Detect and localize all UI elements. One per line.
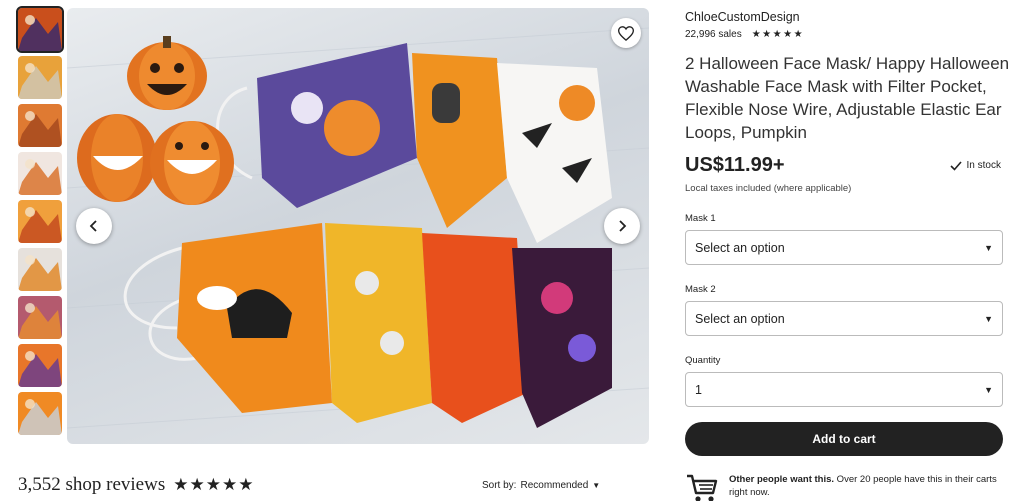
- sort-by-dropdown[interactable]: Sort by: Recommended ▼: [482, 480, 600, 491]
- thumbnail-3[interactable]: [18, 104, 62, 147]
- quantity-select-value: 1: [695, 382, 702, 397]
- favorite-button[interactable]: [611, 18, 641, 48]
- social-proof: Other people want this. Over 20 people h…: [685, 473, 1003, 501]
- listing-title: 2 Halloween Face Mask/ Happy Halloween W…: [685, 54, 1010, 142]
- stock-status: In stock: [949, 160, 1003, 171]
- chevron-down-icon: ▼: [984, 384, 993, 395]
- sort-by-value: Recommended: [520, 480, 589, 491]
- chevron-down-icon: ▼: [984, 313, 993, 324]
- mask1-select[interactable]: Select an option ▼: [685, 230, 1003, 265]
- thumbnail-4[interactable]: [18, 152, 62, 195]
- chevron-down-icon: ▼: [984, 242, 993, 253]
- price-row: US$11.99+ In stock: [685, 154, 1003, 177]
- buy-box: ChloeCustomDesign 22,996 sales ★★★★★ 2 H…: [685, 8, 1009, 501]
- shop-reviews-stars: ★★★★★: [173, 475, 255, 494]
- thumbnail-image: [18, 152, 62, 195]
- listing-price: US$11.99+: [685, 154, 785, 176]
- shop-reviews-title: 3,552 shop reviews: [18, 474, 166, 495]
- thumbnail-image: [18, 392, 62, 435]
- stock-status-text: In stock: [966, 160, 1001, 171]
- chevron-left-icon: [89, 220, 97, 232]
- checkmark-icon: [949, 160, 962, 171]
- chevron-right-icon: [619, 220, 627, 232]
- mask1-label: Mask 1: [685, 213, 716, 224]
- shop-sales-row: 22,996 sales ★★★★★: [685, 29, 1003, 40]
- quantity-label: Quantity: [685, 355, 721, 366]
- chevron-down-icon: ▼: [592, 481, 601, 490]
- mask1-select-value: Select an option: [695, 240, 785, 255]
- shopping-cart-icon: [687, 474, 718, 501]
- thumbnail-7[interactable]: [18, 296, 62, 339]
- mask2-label: Mask 2: [685, 284, 716, 295]
- heart-icon: [618, 25, 634, 41]
- thumbnail-1[interactable]: [16, 6, 64, 53]
- shop-rating-stars: ★★★★★: [751, 29, 805, 40]
- thumbnail-6[interactable]: [18, 248, 62, 291]
- previous-image-button[interactable]: [76, 208, 112, 244]
- thumbnail-image: [18, 296, 62, 339]
- thumbnail-image: [18, 200, 62, 243]
- product-photo: [67, 27, 649, 429]
- main-product-image: [67, 8, 649, 444]
- thumbnail-image: [18, 56, 62, 99]
- thumbnail-image: [18, 344, 62, 387]
- add-to-cart-button[interactable]: Add to cart: [685, 422, 1003, 456]
- thumbnail-2[interactable]: [18, 56, 62, 99]
- thumbnail-9[interactable]: [18, 392, 62, 435]
- quantity-select[interactable]: 1 ▼: [685, 372, 1003, 407]
- thumbnail-image: [18, 248, 62, 291]
- mask2-select-value: Select an option: [695, 311, 785, 326]
- shop-reviews-header: 3,552 shop reviews ★★★★★: [18, 474, 254, 496]
- next-image-button[interactable]: [604, 208, 640, 244]
- thumbnail-strip: [16, 6, 64, 440]
- thumbnail-image: [18, 104, 62, 147]
- mask2-select[interactable]: Select an option ▼: [685, 301, 1003, 336]
- thumbnail-image: [18, 8, 62, 51]
- shop-sales-count: 22,996 sales: [685, 29, 742, 40]
- sort-by-label: Sort by:: [482, 480, 517, 491]
- thumbnail-5[interactable]: [18, 200, 62, 243]
- tax-note: Local taxes included (where applicable): [685, 183, 852, 194]
- thumbnail-8[interactable]: [18, 344, 62, 387]
- social-proof-bold: Other people want this.: [729, 474, 835, 485]
- shop-name-link[interactable]: ChloeCustomDesign: [685, 10, 1003, 24]
- social-proof-text: Other people want this. Over 20 people h…: [729, 473, 999, 499]
